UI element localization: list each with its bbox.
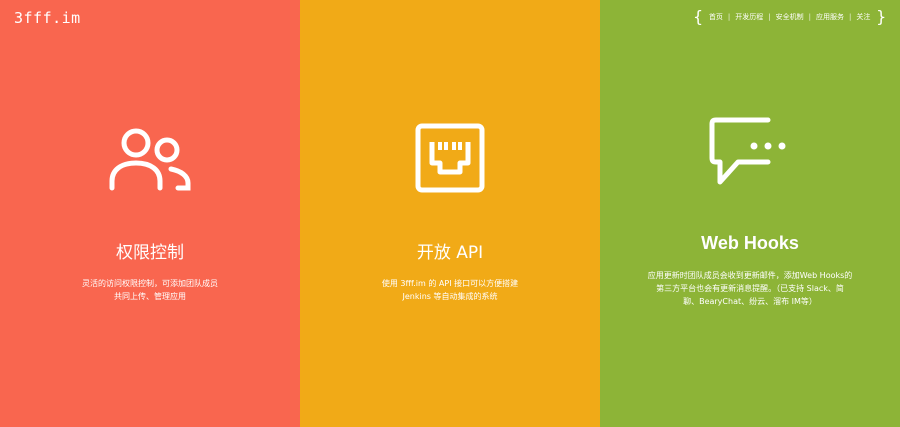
nav-separator: | xyxy=(849,13,852,21)
feature-description: 应用更新时团队成员会收到更新邮件，添加Web Hooks的 第三方平台也会有更新… xyxy=(625,269,875,308)
nav-separator: | xyxy=(768,13,771,21)
feature-description-line: Jenkins 等自动集成的系统 xyxy=(402,292,498,301)
chat-bubble-icon xyxy=(709,117,786,185)
feature-description-line: 共同上传、管理应用 xyxy=(114,292,186,301)
nav-separator: | xyxy=(727,13,731,21)
site-logo[interactable]: 3fff.im xyxy=(14,9,81,27)
nav-link-security[interactable]: 安全机制 xyxy=(774,12,806,22)
feature-title: Web Hooks xyxy=(701,233,799,253)
nav-link-home[interactable]: 首页 xyxy=(707,12,725,22)
feature-description-line: 灵活的访问权限控制，可添加团队成员 xyxy=(82,279,218,288)
feature-description: 灵活的访问权限控制，可添加团队成员 共同上传、管理应用 xyxy=(35,277,265,303)
feature-webhooks-panel: { 首页 | 开发历程 | 安全机制 | 应用服务 | 关注 } Web Hoo… xyxy=(600,0,900,427)
users-icon xyxy=(109,128,191,191)
nav-link-history[interactable]: 开发历程 xyxy=(733,12,765,22)
feature-permission-panel: 3fff.im 权限控制 灵活的访问权限控制，可添加团队成员 共同上传、管理应用 xyxy=(0,0,300,427)
feature-title: 开放 API xyxy=(300,238,600,263)
feature-columns: 3fff.im 权限控制 灵活的访问权限控制，可添加团队成员 共同上传、管理应用… xyxy=(0,0,900,427)
nav-items: 首页 | 开发历程 | 安全机制 | 应用服务 | 关注 xyxy=(707,12,872,22)
feature-description-line: 第三方平台也会有更新消息提醒。（已支持 Slack、简 xyxy=(656,284,844,293)
feature-api-panel: 开放 API 使用 3fff.im 的 API 接口可以方便搭建 Jenkins… xyxy=(300,0,600,427)
left-brace: { xyxy=(693,7,703,26)
feature-description-line: 应用更新时团队成员会收到更新邮件，添加Web Hooks的 xyxy=(647,271,853,280)
feature-description-line: 使用 3fff.im 的 API 接口可以方便搭建 xyxy=(381,279,519,288)
feature-description: 使用 3fff.im 的 API 接口可以方便搭建 Jenkins 等自动集成的… xyxy=(335,277,565,303)
ethernet-port-icon xyxy=(415,123,485,193)
top-nav: { 首页 | 开发历程 | 安全机制 | 应用服务 | 关注 } xyxy=(693,9,886,25)
feature-title-text: 开放 API xyxy=(416,243,484,263)
right-brace: } xyxy=(876,7,886,26)
feature-description-line: 聊、BearyChat、纷云、溜布 IM等） xyxy=(683,297,817,306)
nav-separator: | xyxy=(808,13,811,21)
nav-link-services[interactable]: 应用服务 xyxy=(814,12,846,22)
feature-title: 权限控制 xyxy=(116,243,184,263)
nav-link-follow[interactable]: 关注 xyxy=(854,12,872,22)
